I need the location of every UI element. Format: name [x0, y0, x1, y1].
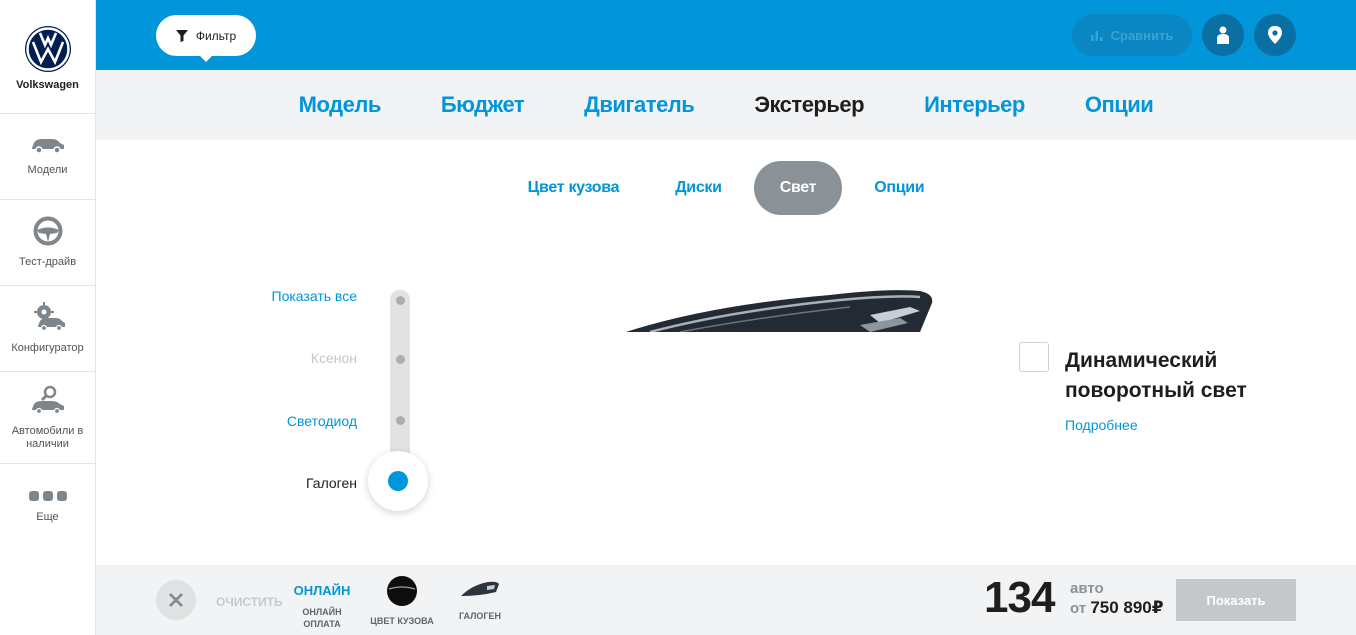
headlight-thumbnail-icon: [461, 581, 499, 596]
headlight-image: [620, 285, 940, 332]
car-icon: [31, 139, 64, 154]
price-value: 750 890₽: [1090, 598, 1164, 617]
subtab-lights[interactable]: Свет: [753, 160, 843, 215]
tab-options[interactable]: Опции: [1085, 92, 1154, 118]
steering-wheel-icon: [33, 216, 62, 246]
subtab-body-color[interactable]: Цвет кузова: [512, 161, 636, 215]
result-count: 134: [984, 573, 1055, 622]
slider-stop: [396, 296, 405, 305]
min-price: от 750 890₽: [1070, 598, 1164, 618]
sidebar-item-label: Конфигуратор: [11, 342, 84, 354]
account-button[interactable]: [1202, 14, 1244, 56]
filter-button-label: Фильтр: [195, 28, 237, 43]
map-pin-icon: [1268, 26, 1282, 44]
option-title: Динамический поворотный свет: [1065, 349, 1247, 402]
tab-interior[interactable]: Интерьер: [924, 92, 1025, 118]
sidebar-item-configurator[interactable]: Конфигуратор: [0, 286, 95, 372]
light-option-xenon: Ксенон: [310, 350, 357, 366]
car-search-icon: [31, 385, 64, 414]
tab-engine[interactable]: Двигатель: [584, 92, 695, 118]
slider-stop: [396, 355, 405, 364]
chip-caption: ГАЛОГЕН: [458, 611, 502, 621]
filter-chip-body-color[interactable]: ЦВЕТ КУЗОВА: [366, 575, 438, 627]
option-more-link[interactable]: Подробнее: [1065, 417, 1138, 433]
sidebar-item-label: Автомобили в наличии: [11, 424, 84, 450]
dynamic-light-checkbox[interactable]: [1019, 342, 1049, 372]
user-icon: [1217, 26, 1229, 44]
clear-filters-button[interactable]: [156, 580, 196, 620]
sidebar-item-more[interactable]: Еще: [0, 464, 95, 550]
sidebar-item-models[interactable]: Модели: [0, 114, 95, 200]
more-dots-icon: [28, 490, 67, 501]
tab-model[interactable]: Модель: [299, 92, 382, 118]
price-prefix: от: [1070, 600, 1087, 617]
vw-logo-icon: [24, 26, 71, 72]
dealer-location-button[interactable]: [1254, 14, 1296, 56]
subtab-wheels[interactable]: Диски: [659, 161, 737, 215]
clear-filters-label[interactable]: ОЧИСТИТЬ: [216, 595, 283, 609]
filter-chip-online[interactable]: ОНЛАЙН ОНЛАЙН ОПЛАТА: [292, 583, 352, 630]
bar-chart-icon: [1090, 31, 1103, 41]
light-option-show-all[interactable]: Показать все: [272, 288, 357, 304]
light-option-led[interactable]: Светодиод: [287, 413, 357, 429]
chip-caption: ЦВЕТ КУЗОВА: [370, 616, 434, 626]
main-tabs: Модель Бюджет Двигатель Экстерьер Интерь…: [96, 70, 1356, 140]
slider-stop: [396, 416, 405, 425]
filter-chip-halogen[interactable]: ГАЛОГЕН: [448, 579, 512, 622]
compare-button-label: Сравнить: [1110, 27, 1174, 43]
close-icon: [169, 593, 183, 607]
chip-caption: ОНЛАЙН ОПЛАТА: [302, 607, 342, 629]
sidebar-item-test-drive[interactable]: Тест-драйв: [0, 200, 95, 286]
show-results-button[interactable]: Показать: [1176, 579, 1296, 621]
sidebar: Volkswagen Модели Тест-драйв Конфигурато…: [0, 0, 96, 635]
subtab-options[interactable]: Опции: [858, 161, 940, 215]
filter-button[interactable]: Фильтр: [156, 15, 256, 62]
car-gear-icon: [33, 302, 65, 332]
black-color-swatch-icon: [387, 576, 417, 606]
light-option-halogen[interactable]: Галоген: [306, 475, 357, 491]
sidebar-item-cars-in-stock[interactable]: Автомобили в наличии: [0, 372, 95, 464]
sidebar-item-label: Модели: [27, 164, 68, 176]
result-count-unit: авто: [1070, 580, 1104, 597]
light-type-slider-handle[interactable]: [368, 451, 428, 511]
tab-budget[interactable]: Бюджет: [441, 92, 525, 118]
filter-icon: [175, 29, 188, 42]
tab-exterior[interactable]: Экстерьер: [754, 92, 864, 118]
sidebar-item-label: Тест-драйв: [18, 256, 77, 268]
chip-top-label: ОНЛАЙН: [293, 583, 351, 598]
top-bar: Фильтр Сравнить: [96, 0, 1356, 70]
summary-bar: ОЧИСТИТЬ ОНЛАЙН ОНЛАЙН ОПЛАТА ЦВЕТ КУЗОВ…: [96, 565, 1356, 635]
brand-logo-link[interactable]: Volkswagen: [0, 0, 95, 114]
brand-name: Volkswagen: [16, 79, 79, 91]
compare-button[interactable]: Сравнить: [1072, 14, 1192, 56]
sidebar-item-label: Еще: [36, 510, 59, 523]
sub-tabs: Цвет кузова Диски Свет Опции: [96, 160, 1356, 215]
